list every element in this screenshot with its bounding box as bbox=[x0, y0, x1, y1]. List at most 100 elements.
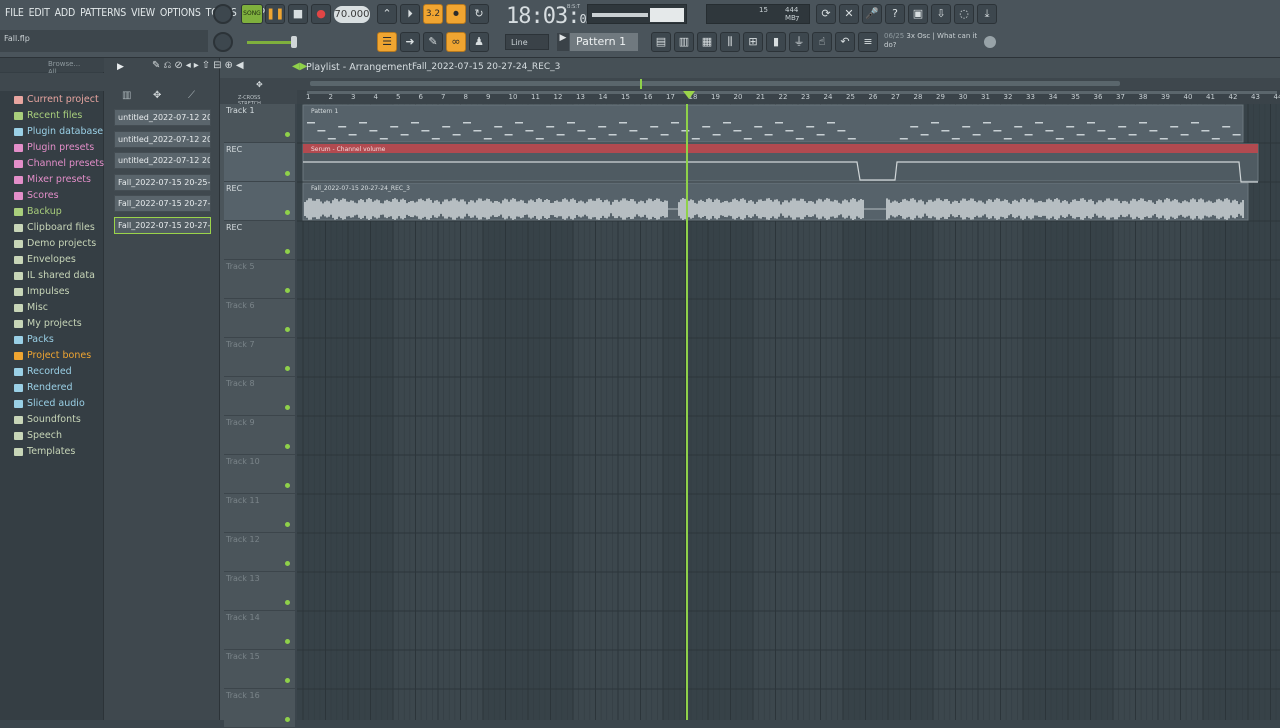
download-icon[interactable]: ⤓ bbox=[977, 4, 997, 24]
timeline-ruler[interactable]: 1234567891011121314151617181920212223242… bbox=[297, 90, 1280, 104]
browser-item[interactable]: Sliced audio bbox=[0, 396, 104, 412]
track-header[interactable]: Track 16 bbox=[224, 689, 295, 728]
list-icon[interactable]: ≡ bbox=[858, 32, 878, 52]
track-header[interactable]: Track 13 bbox=[224, 572, 295, 611]
track-mute-led[interactable] bbox=[285, 522, 290, 527]
browser-item[interactable]: Soundfonts bbox=[0, 412, 104, 428]
browser-item[interactable]: Scores bbox=[0, 188, 104, 204]
browser-item[interactable]: Recorded bbox=[0, 364, 104, 380]
news-panel[interactable]: 06/25 3x Osc | What can it do? bbox=[884, 32, 978, 54]
picker-clip[interactable]: Fall_2022-07-15 20-25-... bbox=[114, 174, 211, 191]
menu-file[interactable]: FILE bbox=[5, 7, 24, 19]
brush-icon[interactable]: ⟋ bbox=[188, 90, 195, 101]
touch-controller-icon[interactable]: ☝ bbox=[812, 32, 832, 52]
globe-icon[interactable] bbox=[984, 36, 996, 48]
picker-icon[interactable]: ▥ bbox=[122, 90, 131, 101]
track-header[interactable]: Track 14 bbox=[224, 611, 295, 650]
track-mute-led[interactable] bbox=[285, 327, 290, 332]
track-mute-led[interactable] bbox=[285, 288, 290, 293]
track-mute-led[interactable] bbox=[285, 210, 290, 215]
browser-item[interactable]: Envelopes bbox=[0, 252, 104, 268]
link-icon[interactable]: ∞ bbox=[446, 32, 466, 52]
browser-item[interactable]: Channel presets bbox=[0, 156, 104, 172]
picker-clip[interactable]: Fall_2022-07-15 20-27-... bbox=[114, 195, 211, 212]
mixer-icon[interactable]: ⫼ bbox=[720, 32, 740, 52]
playlist-grid[interactable]: Pattern 1Serum - Channel volumeFall_2022… bbox=[297, 104, 1280, 720]
scrollbar-thumb[interactable] bbox=[310, 81, 1120, 86]
browser-item[interactable]: Current project bbox=[0, 92, 104, 108]
picker-clip[interactable]: Fall_2022-07-15 20-27-... bbox=[114, 217, 211, 234]
loop-record-button[interactable]: ↻ bbox=[469, 4, 489, 24]
browser-item[interactable]: Mixer presets bbox=[0, 172, 104, 188]
stop-button[interactable]: ■ bbox=[288, 4, 308, 24]
record-button[interactable]: ● bbox=[311, 4, 331, 24]
browser-item[interactable]: My projects bbox=[0, 316, 104, 332]
browser-item[interactable]: Recent files bbox=[0, 108, 104, 124]
track-header[interactable]: Track 12 bbox=[224, 533, 295, 572]
microphone-icon[interactable]: 🎤 bbox=[862, 4, 882, 24]
master-volume-knob[interactable] bbox=[213, 32, 233, 52]
track-mute-led[interactable] bbox=[285, 405, 290, 410]
playlist-view-button[interactable]: ☰ bbox=[377, 32, 397, 52]
browser-item[interactable]: Misc bbox=[0, 300, 104, 316]
browser-item[interactable]: IL shared data bbox=[0, 268, 104, 284]
browser-item[interactable]: Project bones bbox=[0, 348, 104, 364]
browser-item[interactable]: Packs bbox=[0, 332, 104, 348]
track-header[interactable]: REC bbox=[224, 182, 295, 221]
help-icon[interactable]: ? bbox=[885, 4, 905, 24]
browser-item[interactable]: Clipboard files bbox=[0, 220, 104, 236]
track-mute-led[interactable] bbox=[285, 639, 290, 644]
master-pitch-slider[interactable] bbox=[247, 41, 297, 44]
picker-clip[interactable]: untitled_2022-07-12 20-... bbox=[114, 131, 211, 148]
channel-rack-icon[interactable]: ▦ bbox=[697, 32, 717, 52]
playlist-tools[interactable]: ✎⎌⊘◂▸⇧⊟⊕◀ bbox=[152, 60, 247, 71]
track-header[interactable]: Track 15 bbox=[224, 650, 295, 689]
track-mute-led[interactable] bbox=[285, 366, 290, 371]
browser-item[interactable]: Demo projects bbox=[0, 236, 104, 252]
track-header[interactable]: REC bbox=[224, 221, 295, 260]
plugin-picker-icon[interactable]: ▮ bbox=[766, 32, 786, 52]
playlist-icon[interactable]: ▤ bbox=[651, 32, 671, 52]
arrow-right-icon[interactable]: ➜ bbox=[400, 32, 420, 52]
slider-handle[interactable] bbox=[291, 36, 297, 48]
pattern-clip[interactable] bbox=[303, 105, 1243, 142]
chat-icon[interactable]: ◌ bbox=[954, 4, 974, 24]
menu-view[interactable]: VIEW bbox=[131, 7, 155, 19]
pattern-prev[interactable]: ▶ bbox=[557, 33, 569, 51]
step-edit-button[interactable]: ⏺ bbox=[446, 4, 466, 24]
track-mute-led[interactable] bbox=[285, 171, 290, 176]
playhead-marker[interactable] bbox=[683, 91, 695, 99]
picker-clip[interactable]: untitled_2022-07-12 20-... bbox=[114, 152, 211, 169]
browser-item[interactable]: Plugin presets bbox=[0, 140, 104, 156]
browser-item[interactable]: Templates bbox=[0, 444, 104, 460]
play-icon[interactable]: ▶ bbox=[117, 62, 124, 72]
scroll-arrows-icon[interactable]: ✥ bbox=[256, 80, 266, 88]
move-icon[interactable]: ✥ bbox=[153, 90, 161, 101]
tools-icon[interactable]: ✕ bbox=[839, 4, 859, 24]
track-header[interactable]: Track 1 bbox=[224, 104, 295, 143]
track-mute-led[interactable] bbox=[285, 132, 290, 137]
track-header[interactable]: Track 6 bbox=[224, 299, 295, 338]
metronome-button[interactable]: ⌃ bbox=[377, 4, 397, 24]
countdown-button[interactable]: 3.2 bbox=[423, 4, 443, 24]
song-mode-button[interactable]: SONG bbox=[241, 4, 263, 24]
menu-add[interactable]: ADD bbox=[55, 7, 75, 19]
track-header[interactable]: Track 10 bbox=[224, 455, 295, 494]
browser-item[interactable]: Plugin database bbox=[0, 124, 104, 140]
track-mute-led[interactable] bbox=[285, 444, 290, 449]
pattern-song-toggle[interactable] bbox=[213, 4, 233, 24]
render-icon[interactable]: ⇩ bbox=[931, 4, 951, 24]
plug-icon[interactable]: ⏚ bbox=[789, 32, 809, 52]
pencil-icon[interactable]: ✎ bbox=[423, 32, 443, 52]
playlist-scrollbar[interactable]: ✥ bbox=[220, 78, 1280, 90]
refresh-icon[interactable]: ⟳ bbox=[816, 4, 836, 24]
snap-selector[interactable]: Line bbox=[505, 34, 549, 50]
save-icon[interactable]: ▣ bbox=[908, 4, 928, 24]
browser-icon[interactable]: ⊞ bbox=[743, 32, 763, 52]
browser-item[interactable]: Speech bbox=[0, 428, 104, 444]
track-header[interactable]: REC bbox=[224, 143, 295, 182]
pattern-selector[interactable]: Pattern 1 bbox=[570, 33, 638, 51]
track-mute-led[interactable] bbox=[285, 249, 290, 254]
wait-input-button[interactable]: ⏵ bbox=[400, 4, 420, 24]
track-mute-led[interactable] bbox=[285, 678, 290, 683]
